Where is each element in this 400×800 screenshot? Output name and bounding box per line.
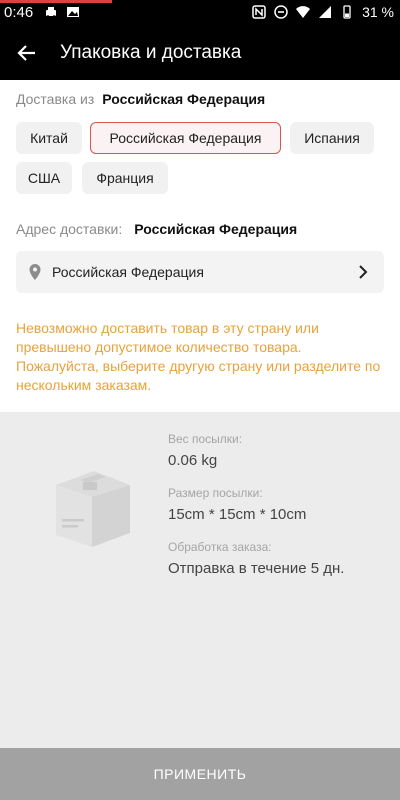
delivery-address-selector[interactable]: Российская Федерация — [16, 251, 384, 293]
ship-from-option-usa[interactable]: США — [16, 162, 72, 194]
package-weight-label: Вес посылки: — [168, 432, 243, 446]
back-button[interactable] — [14, 40, 40, 66]
ship-from-option-russia[interactable]: Российская Федерация — [90, 122, 281, 154]
package-weight-value: 0.06 kg — [168, 452, 218, 469]
delivery-address-row: Адрес доставки: Российская Федерация — [16, 221, 297, 237]
battery-icon — [343, 5, 351, 19]
order-processing-value: Отправка в течение 5 дн. — [168, 560, 345, 577]
arrow-left-icon — [17, 45, 35, 61]
package-box-icon — [56, 471, 130, 547]
ship-from-option-china[interactable]: Китай — [16, 122, 82, 154]
battery-percent: 31 % — [362, 4, 394, 20]
signal-icon — [319, 6, 332, 18]
chip-label: Российская Федерация — [109, 130, 262, 146]
location-pin-icon — [29, 264, 41, 280]
apply-button[interactable]: ПРИМЕНИТЬ — [0, 748, 400, 800]
chip-label: Испания — [304, 130, 360, 146]
delivery-address-label: Адрес доставки: — [16, 221, 123, 237]
wifi-icon — [296, 6, 311, 18]
package-size-label: Размер посылки: — [168, 486, 263, 500]
ship-from-option-france[interactable]: Франция — [82, 162, 168, 194]
chevron-right-icon — [359, 265, 368, 279]
status-bar: 0:46 31 % — [0, 0, 400, 26]
chip-label: Франция — [96, 170, 154, 186]
page-title: Упаковка и доставка — [60, 42, 242, 63]
taxi-notification-icon — [46, 7, 56, 18]
nfc-icon — [252, 5, 266, 19]
package-info-panel: Вес посылки: 0.06 kg Размер посылки: 15c… — [0, 412, 400, 748]
status-time: 0:46 — [4, 4, 34, 21]
delivery-address-selector-label: Российская Федерация — [52, 264, 204, 280]
chip-label: Китай — [30, 130, 68, 146]
ship-from-value: Российская Федерация — [102, 91, 266, 107]
ship-from-option-spain[interactable]: Испания — [290, 122, 374, 154]
top-progress-indicator — [0, 0, 112, 3]
ship-from-row: Доставка из Российская Федерация — [16, 91, 265, 107]
delivery-address-value: Российская Федерация — [134, 221, 298, 237]
ship-from-label: Доставка из — [16, 91, 95, 107]
do-not-disturb-icon — [274, 5, 288, 19]
image-notification-icon — [67, 7, 79, 17]
shipping-options-panel: Доставка из Российская Федерация Китай Ро… — [0, 80, 400, 412]
chip-label: США — [27, 170, 61, 186]
delivery-warning-message: Невозможно доставить товар в эту страну … — [16, 320, 381, 393]
package-size-value: 15cm * 15cm * 10cm — [168, 506, 307, 523]
app-bar: Упаковка и доставка — [0, 26, 400, 80]
order-processing-label: Обработка заказа: — [168, 540, 272, 554]
